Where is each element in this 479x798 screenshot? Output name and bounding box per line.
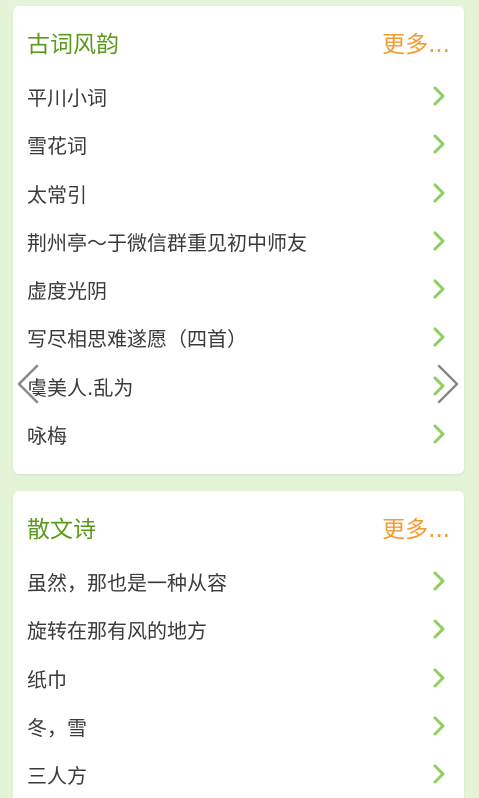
- section-header: 古词风韵 更多...: [13, 6, 464, 86]
- list-item[interactable]: 虚度光阴: [13, 269, 464, 317]
- chevron-right-icon: [432, 133, 446, 155]
- list-item-title: 太常引: [27, 182, 87, 207]
- chevron-right-icon: [432, 715, 446, 737]
- app-page: 古词风韵 更多... 平川小词 雪花词 太常引 荆州亭～于微信群重见初中师友 虚…: [0, 0, 479, 798]
- list-item-title: 三人方: [27, 764, 87, 789]
- chevron-right-icon: [432, 85, 446, 107]
- list-item-title: 虚度光阴: [27, 279, 107, 304]
- list-item-title: 冬，雪: [27, 715, 87, 740]
- list-item-title: 写尽相思难遂愿（四首）: [27, 327, 247, 352]
- list-item-title: 虽然，那也是一种从容: [27, 571, 227, 595]
- chevron-right-icon: [432, 278, 446, 300]
- section-title: 古词风韵: [27, 32, 119, 58]
- chevron-left-icon: [16, 363, 40, 405]
- list-item-title: 荆州亭～于微信群重见初中师友: [27, 230, 307, 255]
- list-item[interactable]: 三人方: [13, 754, 464, 798]
- section-card-prose-poetry: 散文诗 更多... 虽然，那也是一种从容 旋转在那有风的地方 纸巾 冬，雪 三人…: [13, 491, 464, 798]
- list-item[interactable]: 写尽相思难遂愿（四首）: [13, 317, 464, 365]
- chevron-right-icon: [432, 763, 446, 785]
- article-list: 虽然，那也是一种从容 旋转在那有风的地方 纸巾 冬，雪 三人方: [13, 561, 464, 798]
- list-item-title: 纸巾: [27, 667, 67, 692]
- chevron-right-icon: [432, 570, 446, 592]
- carousel-prev-button[interactable]: [13, 362, 43, 406]
- list-item[interactable]: 咏梅: [13, 414, 464, 462]
- list-item[interactable]: 太常引: [13, 173, 464, 221]
- chevron-right-icon: [436, 363, 460, 405]
- list-item[interactable]: 冬，雪: [13, 706, 464, 754]
- list-item[interactable]: 虽然，那也是一种从容: [13, 561, 464, 609]
- list-item-title: 平川小词: [27, 86, 107, 110]
- list-item-title: 咏梅: [27, 424, 67, 449]
- list-item[interactable]: 虞美人.乱为: [13, 366, 464, 414]
- list-item[interactable]: 旋转在那有风的地方: [13, 609, 464, 657]
- chevron-right-icon: [432, 618, 446, 640]
- section-card-ancient-poetry: 古词风韵 更多... 平川小词 雪花词 太常引 荆州亭～于微信群重见初中师友 虚…: [13, 6, 464, 474]
- chevron-right-icon: [432, 230, 446, 252]
- more-link[interactable]: 更多...: [382, 30, 450, 60]
- list-item[interactable]: 荆州亭～于微信群重见初中师友: [13, 221, 464, 269]
- more-link[interactable]: 更多...: [382, 515, 450, 545]
- list-item[interactable]: 纸巾: [13, 658, 464, 706]
- chevron-right-icon: [432, 667, 446, 689]
- list-item[interactable]: 平川小词: [13, 76, 464, 124]
- article-list: 平川小词 雪花词 太常引 荆州亭～于微信群重见初中师友 虚度光阴 写尽相思难遂愿…: [13, 76, 464, 462]
- chevron-right-icon: [432, 326, 446, 348]
- list-item-title: 雪花词: [27, 134, 87, 159]
- carousel-next-button[interactable]: [433, 362, 463, 406]
- list-item[interactable]: 雪花词: [13, 124, 464, 172]
- chevron-right-icon: [432, 423, 446, 445]
- list-item-title: 旋转在那有风的地方: [27, 619, 207, 644]
- section-title: 散文诗: [27, 517, 96, 543]
- chevron-right-icon: [432, 182, 446, 204]
